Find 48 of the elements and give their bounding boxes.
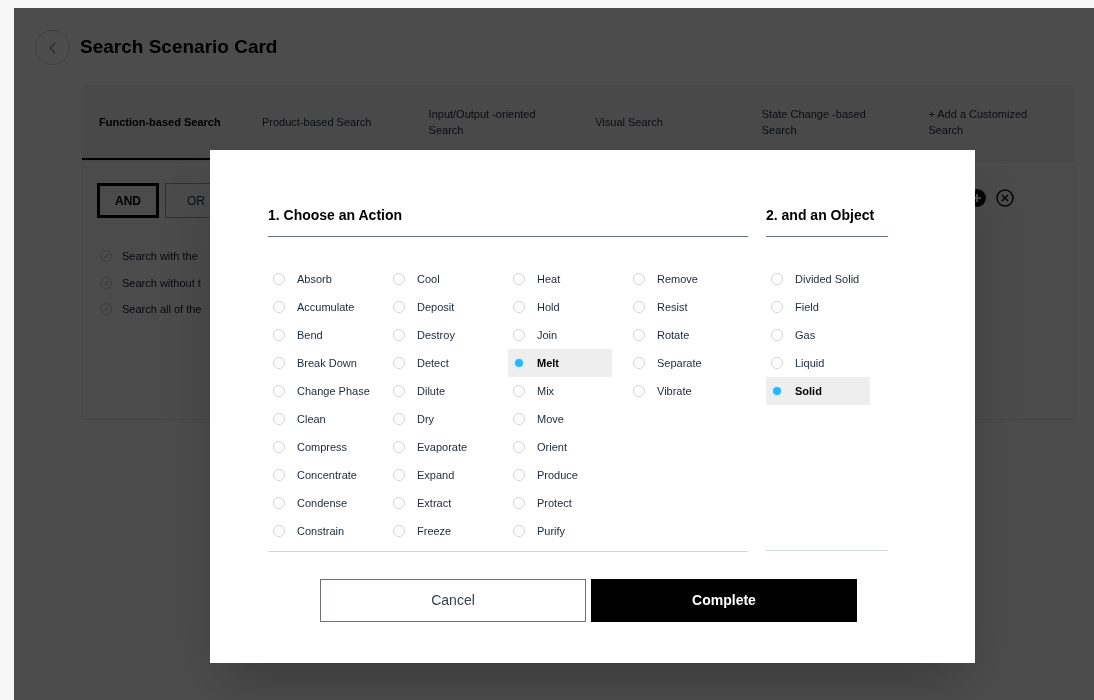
complete-button[interactable]: Complete: [591, 579, 857, 622]
radio-option[interactable]: Change Phase: [268, 377, 372, 405]
radio-option[interactable]: Dilute: [388, 377, 492, 405]
radio-option[interactable]: Constrain: [268, 517, 372, 545]
section-heading: 1. Choose an Action: [268, 205, 748, 237]
radio-option[interactable]: Field: [766, 293, 870, 321]
radio-option[interactable]: Heat: [508, 265, 612, 293]
radio-option[interactable]: Condense: [268, 489, 372, 517]
page-title: Search Scenario Card: [80, 35, 278, 60]
section-heading: 2. and an Object: [766, 205, 888, 237]
radio-option[interactable]: Divided Solid: [766, 265, 870, 293]
radio-option[interactable]: Destroy: [388, 321, 492, 349]
radio-option[interactable]: Compress: [268, 433, 372, 461]
radio-option[interactable]: Absorb: [268, 265, 372, 293]
radio-option[interactable]: Mix: [508, 377, 612, 405]
radio-option[interactable]: Orient: [508, 433, 612, 461]
radio-option[interactable]: Produce: [508, 461, 612, 489]
option-label: Search with the: [122, 249, 198, 264]
radio-option[interactable]: Purify: [508, 517, 612, 545]
radio-option[interactable]: Dry: [388, 405, 492, 433]
radio-option[interactable]: Evaporate: [388, 433, 492, 461]
radio-option[interactable]: Separate: [628, 349, 732, 377]
radio-option[interactable]: Concentrate: [268, 461, 372, 489]
radio-option[interactable]: Gas: [766, 321, 870, 349]
option-label: Search without t: [122, 275, 201, 291]
radio-option[interactable]: Bend: [268, 321, 372, 349]
radio-option[interactable]: Join: [508, 321, 612, 349]
radio-option[interactable]: Resist: [628, 293, 732, 321]
radio-option[interactable]: Rotate: [628, 321, 732, 349]
radio-option[interactable]: Melt: [508, 349, 612, 377]
radio-option[interactable]: Expand: [388, 461, 492, 489]
radio-option[interactable]: Clean: [268, 405, 372, 433]
radio-option[interactable]: Hold: [508, 293, 612, 321]
radio-option[interactable]: Extract: [388, 489, 492, 517]
radio-option[interactable]: Vibrate: [628, 377, 732, 405]
radio-option[interactable]: Break Down: [268, 349, 372, 377]
radio-option[interactable]: Detect: [388, 349, 492, 377]
radio-option[interactable]: Liquid: [766, 349, 870, 377]
radio-option[interactable]: Cool: [388, 265, 492, 293]
radio-option[interactable]: Move: [508, 405, 612, 433]
radio-option[interactable]: Freeze: [388, 517, 492, 545]
option-label: Search all of the: [122, 302, 202, 317]
radio-option[interactable]: Solid: [766, 377, 870, 405]
radio-option[interactable]: Remove: [628, 265, 732, 293]
radio-option[interactable]: Deposit: [388, 293, 492, 321]
radio-option[interactable]: Protect: [508, 489, 612, 517]
radio-option[interactable]: Accumulate: [268, 293, 372, 321]
cancel-button[interactable]: Cancel: [320, 579, 586, 622]
